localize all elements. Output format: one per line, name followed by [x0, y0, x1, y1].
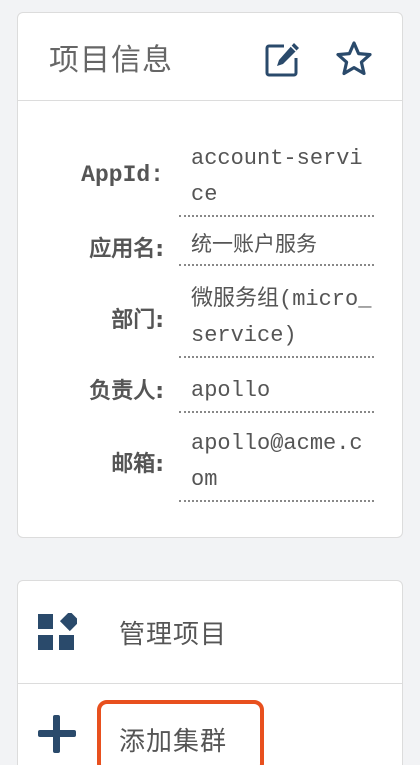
project-info-header: 项目信息 [18, 13, 402, 101]
field-value-department: 微服务组(micro_service) [179, 282, 374, 358]
manage-project-label: 管理项目 [119, 620, 228, 650]
field-value-app-name: 统一账户服务 [179, 226, 374, 266]
field-value-email: apollo@acme.com [179, 426, 374, 502]
edit-icon[interactable] [264, 40, 302, 78]
field-label-appid: AppId: [81, 162, 164, 188]
actions-panel: 管理项目 添加集群 [17, 580, 403, 765]
field-label-email: 邮箱: [111, 452, 164, 477]
add-cluster-highlight[interactable]: 添加集群 [97, 700, 264, 765]
add-cluster-label: 添加集群 [119, 727, 228, 757]
star-icon[interactable] [335, 40, 373, 78]
field-label-department: 部门: [111, 308, 164, 333]
field-value-appid: account-service [179, 141, 374, 217]
project-info-title: 项目信息 [49, 43, 173, 78]
widgets-icon [37, 613, 77, 653]
plus-icon [37, 714, 77, 754]
add-cluster-item[interactable]: 添加集群 [18, 684, 402, 765]
page: 项目信息 AppId: account-service 应用名: 统一账户服务 … [0, 0, 420, 765]
project-info-panel: 项目信息 AppId: account-service 应用名: 统一账户服务 … [17, 12, 403, 538]
field-label-owner: 负责人: [89, 379, 164, 404]
manage-project-item[interactable]: 管理项目 [18, 581, 402, 684]
field-label-app-name: 应用名: [89, 237, 164, 262]
field-value-owner: apollo [179, 373, 374, 413]
